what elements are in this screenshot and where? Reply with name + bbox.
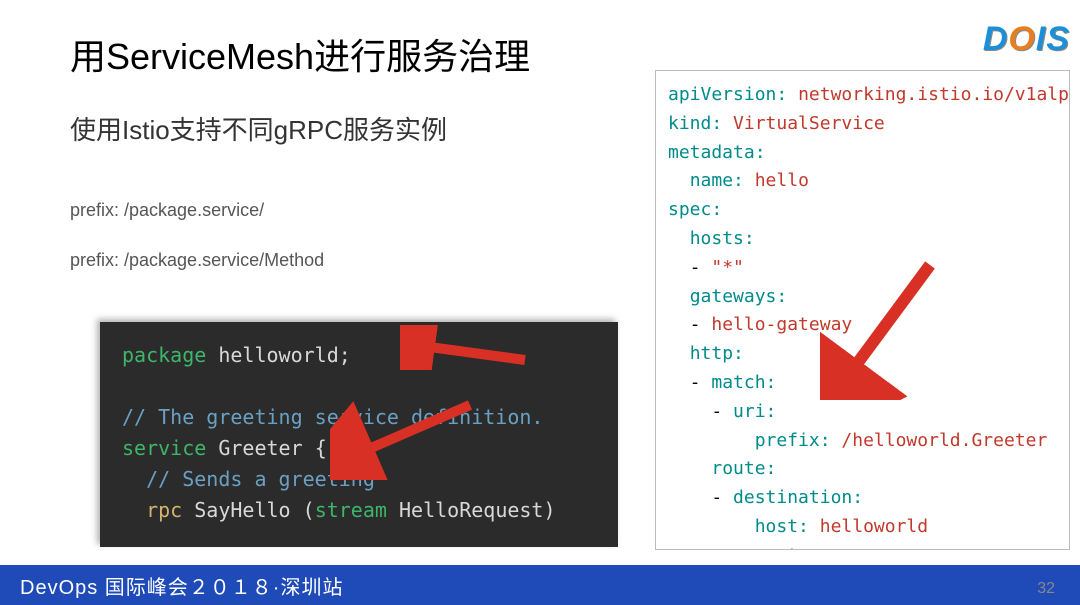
proto-semicolon: ; — [339, 343, 351, 367]
footer-bar: DevOps 国际峰会２０１８·深圳站 — [0, 565, 1080, 605]
proto-comment-1: // The greeting service definition. — [122, 405, 543, 429]
y-kind-k: kind: — [668, 113, 722, 134]
y-prefix-v: /helloworld.Greeter — [841, 430, 1047, 451]
proto-package-kw: package — [122, 343, 206, 367]
dois-logo: DOIS — [983, 20, 1070, 59]
page-title: 用ServiceMesh进行服务治理 — [70, 28, 530, 80]
y-spec-k: spec: — [668, 199, 722, 220]
logo-i: I — [1036, 20, 1046, 58]
y-apiversion-k: apiVersion: — [668, 84, 787, 105]
y-hosts-v: "*" — [711, 257, 744, 278]
y-http-k: http: — [690, 343, 744, 364]
footer-text: DevOps 国际峰会２０１８·深圳站 — [20, 571, 343, 600]
proto-package-name: helloworld — [218, 343, 338, 367]
proto-service-name: Greeter — [218, 436, 302, 460]
y-host-v: helloworld — [820, 516, 928, 537]
proto-comment-2: // Sends a greeting — [146, 467, 375, 491]
y-destination-k: destination: — [733, 487, 863, 508]
proto-rpc-name: SayHello — [194, 498, 290, 522]
y-apiversion-v: networking.istio.io/v1alpha3 — [798, 84, 1070, 105]
proto-stream-kw: stream — [315, 498, 387, 522]
y-port-k: port: — [755, 545, 809, 550]
proto-rpc-kw: rpc — [146, 498, 182, 522]
proto-brace-open: { — [315, 436, 327, 460]
logo-s: S — [1046, 20, 1070, 58]
y-prefix-k: prefix: — [755, 430, 831, 451]
yaml-code-block: apiVersion: networking.istio.io/v1alpha3… — [655, 70, 1070, 550]
proto-code-block: package helloworld; // The greeting serv… — [100, 322, 618, 547]
y-metadata-k: metadata: — [668, 142, 766, 163]
page-number: 32 — [1037, 580, 1055, 598]
y-gateways-v: hello-gateway — [711, 314, 852, 335]
subtitle: 使用Istio支持不同gRPC服务实例 — [70, 110, 447, 147]
proto-paren-open: ( — [303, 498, 315, 522]
y-host-k: host: — [755, 516, 809, 537]
y-route-k: route: — [711, 458, 776, 479]
prefix-example-1: prefix: /package.service/ — [70, 200, 264, 221]
logo-d: D — [983, 20, 1009, 58]
proto-paren-close: ) — [543, 498, 555, 522]
y-uri-k: uri: — [733, 401, 776, 422]
y-match-k: match: — [711, 372, 776, 393]
proto-service-kw: service — [122, 436, 206, 460]
logo-o: O — [1008, 20, 1035, 58]
proto-req-type: HelloRequest — [399, 498, 544, 522]
prefix-example-2: prefix: /package.service/Method — [70, 250, 324, 271]
y-name-v: hello — [755, 170, 809, 191]
y-gateways-k: gateways: — [690, 286, 788, 307]
y-name-k: name: — [690, 170, 744, 191]
y-kind-v: VirtualService — [733, 113, 885, 134]
y-hosts-k: hosts: — [690, 228, 755, 249]
